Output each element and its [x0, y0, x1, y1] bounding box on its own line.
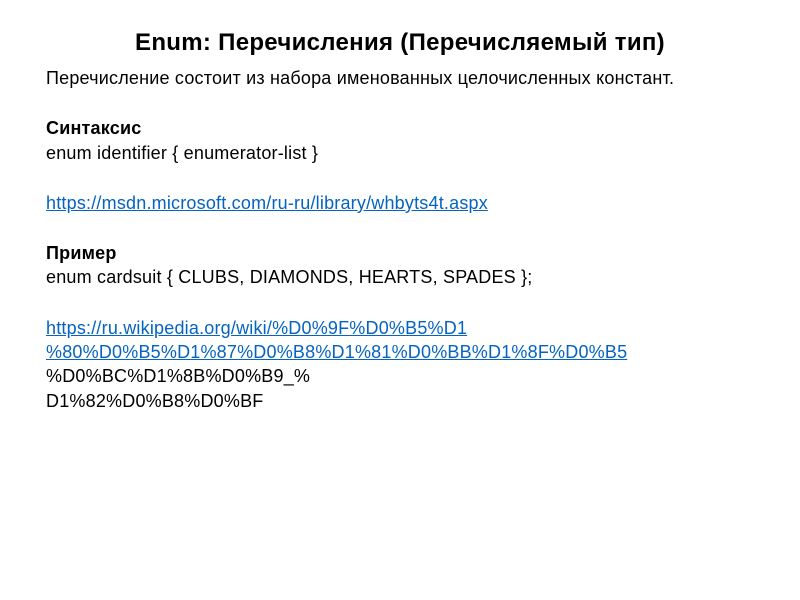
- wikipedia-link-line2[interactable]: %80%D0%B5%D1%87%D0%B8%D1%81%D0%BB%D1%8F%…: [46, 340, 754, 364]
- page-title: Enum: Перечисления (Перечисляемый тип): [46, 28, 754, 58]
- syntax-heading: Синтаксис: [46, 116, 754, 140]
- example-heading: Пример: [46, 241, 754, 265]
- wikipedia-link-line1[interactable]: https://ru.wikipedia.org/wiki/%D0%9F%D0%…: [46, 316, 754, 340]
- syntax-code: enum identifier { enumerator-list }: [46, 141, 754, 165]
- slide-content: Enum: Перечисления (Перечисляемый тип) П…: [0, 0, 800, 600]
- intro-paragraph: Перечисление состоит из набора именованн…: [46, 66, 754, 90]
- example-code: enum cardsuit { CLUBS, DIAMONDS, HEARTS,…: [46, 265, 754, 289]
- spacer: [46, 290, 754, 316]
- spacer: [46, 165, 754, 191]
- wikipedia-link-line3[interactable]: %D0%BC%D1%8B%D0%B9_%: [46, 366, 310, 386]
- wikipedia-link-line3-wrap[interactable]: %D0%BC%D1%8B%D0%B9_%: [46, 364, 754, 388]
- spacer: [46, 215, 754, 241]
- msdn-link[interactable]: https://msdn.microsoft.com/ru-ru/library…: [46, 191, 754, 215]
- wikipedia-link-tail: D1%82%D0%B8%D0%BF: [46, 389, 754, 413]
- spacer: [46, 90, 754, 116]
